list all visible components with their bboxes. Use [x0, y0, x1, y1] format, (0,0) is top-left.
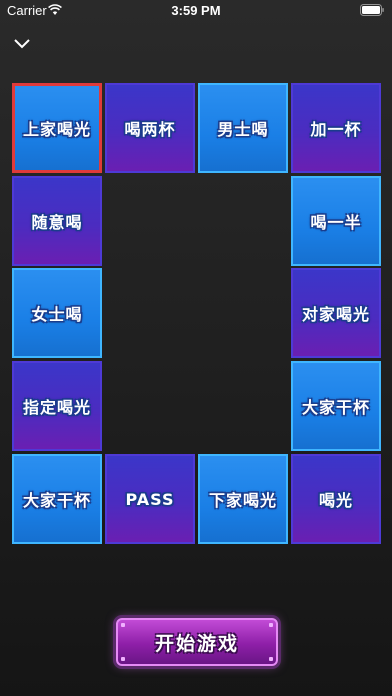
tile-label: 对家喝光: [301, 305, 370, 324]
board-tile[interactable]: 随意喝: [12, 176, 102, 266]
tile-label: 男士喝: [217, 120, 269, 139]
board-tile[interactable]: 对家喝光: [291, 268, 381, 358]
board-tile[interactable]: 加一杯: [291, 83, 381, 173]
tile-label: 随意喝: [31, 213, 83, 232]
tile-label: 上家喝光: [22, 120, 91, 139]
button-corner-dot: [121, 623, 125, 627]
board-tile[interactable]: 女士喝: [12, 268, 102, 358]
tile-label: 下家喝光: [208, 491, 277, 510]
board-tile[interactable]: 喝一半: [291, 176, 381, 266]
tile-label: 大家干杯: [22, 491, 91, 510]
status-bar: Carrier 3:59 PM: [0, 0, 392, 22]
button-corner-dot: [121, 657, 125, 661]
tile-label: 喝光: [318, 491, 353, 510]
board-tile[interactable]: 喝光: [291, 454, 381, 544]
board-tile[interactable]: 男士喝: [198, 83, 288, 173]
tile-label: 喝一半: [310, 213, 362, 232]
tile-label: 女士喝: [31, 305, 83, 324]
board-tile[interactable]: PASS: [105, 454, 195, 544]
tile-label: 指定喝光: [22, 398, 91, 417]
chevron-down-icon[interactable]: [10, 34, 34, 54]
board-tile[interactable]: 大家干杯: [291, 361, 381, 451]
board-tile[interactable]: 下家喝光: [198, 454, 288, 544]
start-game-button[interactable]: 开始游戏: [116, 618, 278, 666]
button-corner-dot: [269, 657, 273, 661]
battery-icon: [360, 4, 384, 16]
board-tile[interactable]: 指定喝光: [12, 361, 102, 451]
board-tile[interactable]: 喝两杯: [105, 83, 195, 173]
tile-label: 大家干杯: [301, 398, 370, 417]
status-time: 3:59 PM: [171, 3, 221, 18]
start-game-label: 开始游戏: [154, 632, 239, 655]
button-corner-dot: [269, 623, 273, 627]
board-tile[interactable]: 上家喝光: [12, 83, 102, 173]
tile-label: PASS: [125, 489, 175, 509]
board-tile[interactable]: 大家干杯: [12, 454, 102, 544]
tile-label: 加一杯: [310, 120, 362, 139]
tile-label: 喝两杯: [124, 120, 176, 139]
